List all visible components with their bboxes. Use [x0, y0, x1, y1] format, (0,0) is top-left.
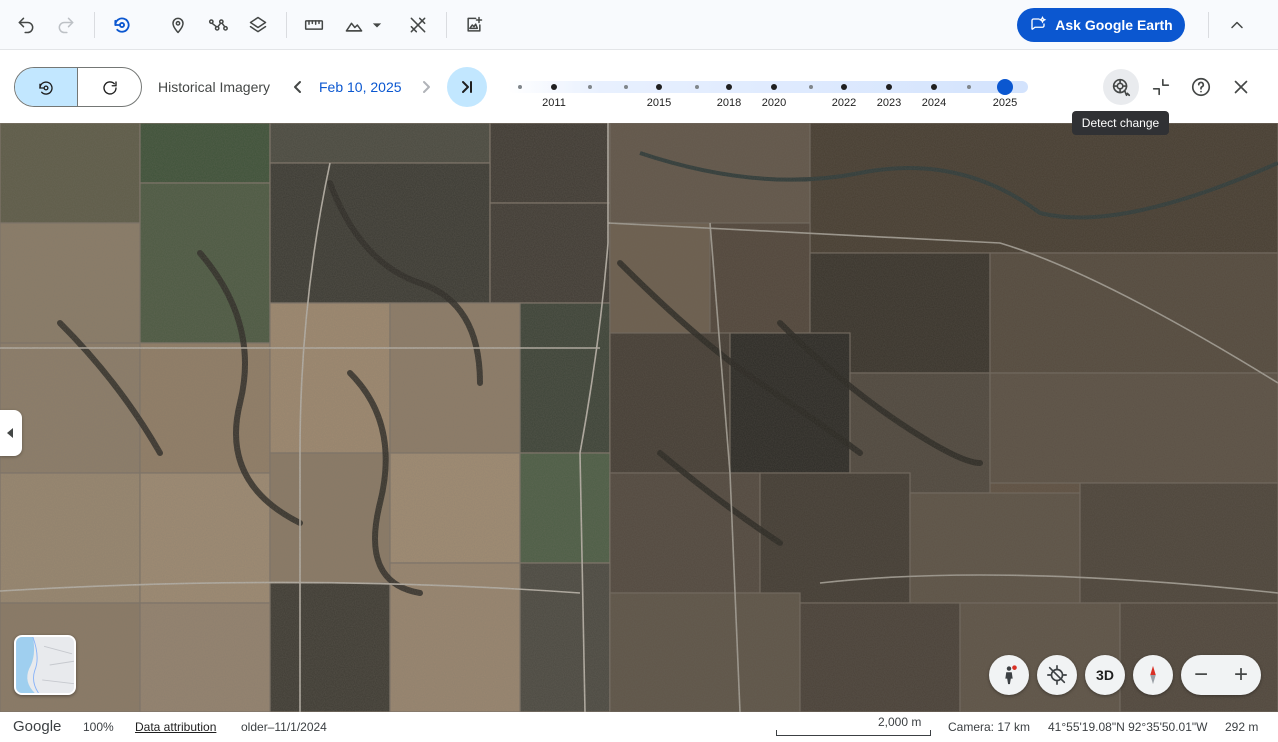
scale-bar[interactable] [776, 730, 931, 736]
timeline-selected-2025[interactable] [997, 79, 1013, 95]
timeline-year-label: 2022 [831, 97, 857, 109]
current-imagery-date[interactable]: Feb 10, 2025 [319, 79, 402, 95]
detect-change-icon [1112, 78, 1131, 97]
layers-icon[interactable] [242, 9, 274, 41]
toggle-3d-button[interactable]: 3D [1085, 655, 1125, 695]
timeline-year-label: 2024 [921, 97, 947, 109]
rotation-lock-button[interactable] [1037, 655, 1077, 695]
timeline-point-2018[interactable] [726, 84, 732, 90]
timeline-tick[interactable] [588, 85, 592, 89]
timeline-year-label: 2020 [761, 97, 787, 109]
collapse-view-button[interactable] [1143, 69, 1179, 105]
previous-date-button[interactable] [290, 77, 306, 97]
data-attribution-link[interactable]: Data attribution [135, 720, 216, 734]
timeline-tick[interactable] [695, 85, 699, 89]
elevation: 292 m [1225, 720, 1259, 734]
toolbar-divider [286, 12, 287, 38]
toolbar-divider [1208, 12, 1209, 38]
timeline-year-label: 2023 [876, 97, 902, 109]
timeline-year-label: 2025 [992, 97, 1018, 109]
timeline-year-label: 2018 [716, 97, 742, 109]
street-view-button[interactable] [989, 655, 1029, 695]
gps-off-icon [1047, 665, 1067, 685]
next-date-button[interactable] [418, 77, 434, 97]
compass-button[interactable] [1133, 655, 1173, 695]
imagery-date-range: older–11/1/2024 [241, 720, 327, 734]
timelapse-mode-button[interactable] [78, 68, 141, 106]
undo-icon[interactable] [10, 9, 42, 41]
zoom-percentage: 100% [83, 720, 114, 734]
ask-google-earth-button[interactable]: Ask Google Earth [1017, 8, 1185, 42]
timeline-tick[interactable] [967, 85, 971, 89]
ask-google-earth-label: Ask Google Earth [1055, 17, 1173, 33]
cursor-coordinates: 41°55'19.08"N 92°35'50.01"W [1048, 720, 1208, 734]
three-d-label: 3D [1096, 667, 1114, 683]
timeline-tick[interactable] [809, 85, 813, 89]
satellite-imagery[interactable] [0, 123, 1278, 712]
timeline-point-2015[interactable] [656, 84, 662, 90]
tools-icon[interactable] [402, 9, 434, 41]
jump-to-latest-button[interactable] [447, 67, 487, 107]
status-bar: Google 100% Data attribution older–11/1/… [0, 712, 1278, 742]
satellite-map-view[interactable]: 3D − + [0, 123, 1278, 712]
toolbar-divider [94, 12, 95, 38]
historical-imagery-icon[interactable] [106, 9, 138, 41]
minimap-image [16, 637, 74, 693]
compass-icon [1150, 665, 1156, 685]
minimize-icon [1152, 78, 1170, 96]
close-icon [1234, 80, 1248, 94]
redo-icon[interactable] [50, 9, 82, 41]
detect-change-tooltip: Detect change [1072, 111, 1169, 135]
zoom-in-button[interactable]: + [1221, 655, 1261, 695]
imagery-mode-toggle [14, 67, 142, 107]
placemark-icon[interactable] [162, 9, 194, 41]
timeline-year-label: 2011 [542, 97, 566, 109]
chevron-left-icon [294, 81, 301, 93]
sparkle-chat-icon [1031, 16, 1047, 31]
chevron-left-icon [7, 428, 13, 438]
camera-altitude: Camera: 17 km [948, 720, 1031, 734]
expand-sidebar-button[interactable] [0, 410, 22, 456]
help-button[interactable] [1183, 69, 1219, 105]
skip-to-end-icon [462, 81, 472, 93]
imagery-timeline[interactable]: 2011 2015 2018 2020 2022 2023 2024 2025 [508, 51, 1032, 123]
minimap-thumbnail[interactable] [14, 635, 76, 695]
detect-change-button[interactable] [1103, 69, 1139, 105]
history-icon [39, 81, 53, 95]
zoom-out-button[interactable]: − [1181, 655, 1221, 695]
timeline-track[interactable] [508, 81, 1028, 93]
path-icon[interactable] [202, 9, 234, 41]
collapse-toolbar-icon[interactable] [1221, 9, 1253, 41]
refresh-icon [102, 81, 117, 95]
help-icon [1191, 77, 1211, 97]
timeline-point-2020[interactable] [771, 84, 777, 90]
toolbar-divider [446, 12, 447, 38]
measure-icon[interactable] [298, 9, 330, 41]
close-button[interactable] [1223, 69, 1259, 105]
chevron-right-icon [423, 81, 430, 93]
timeline-point-2011[interactable] [551, 84, 557, 90]
add-data-icon[interactable] [458, 9, 490, 41]
timeline-tick[interactable] [624, 85, 628, 89]
chevron-down-icon[interactable] [366, 9, 388, 41]
timeline-point-2022[interactable] [841, 84, 847, 90]
historical-imagery-label: Historical Imagery [158, 79, 271, 95]
timeline-point-2024[interactable] [931, 84, 937, 90]
timeline-tick[interactable] [518, 85, 522, 89]
historical-mode-button[interactable] [15, 68, 79, 106]
top-toolbar: Ask Google Earth [0, 0, 1278, 50]
zoom-controls: − + [1181, 655, 1261, 695]
google-logo: Google [13, 718, 62, 735]
pegman-icon [1005, 665, 1017, 685]
timeline-year-label: 2015 [646, 97, 672, 109]
timeline-point-2023[interactable] [886, 84, 892, 90]
scale-label: 2,000 m [878, 715, 922, 729]
